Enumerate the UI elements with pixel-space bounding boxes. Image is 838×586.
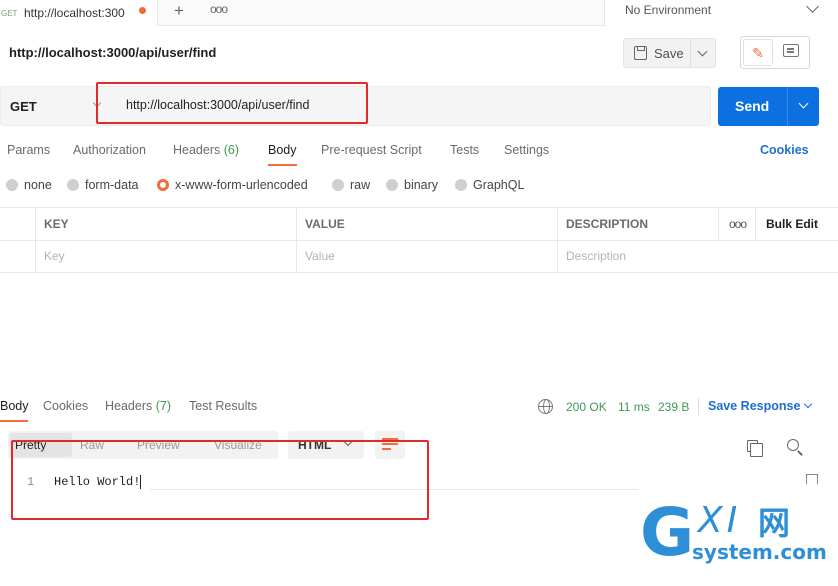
radio-icon: [455, 179, 467, 191]
request-tab[interactable]: GET http://localhost:300: [0, 0, 158, 26]
tab-headers-count: (6): [223, 143, 240, 157]
tab-method: GET: [1, 8, 18, 18]
description-input[interactable]: Description: [566, 249, 626, 263]
divider: [698, 398, 699, 415]
column-header-description: DESCRIPTION: [566, 217, 649, 231]
radio-binary[interactable]: binary: [386, 178, 438, 192]
watermark-cn: 网: [758, 505, 791, 541]
watermark-logo: G XI 网 system.com: [640, 494, 838, 586]
save-label: Save: [654, 46, 684, 61]
chevron-down-icon: [806, 0, 819, 13]
divider: [755, 208, 756, 240]
tab-bar: GET http://localhost:300 + ooo No Enviro…: [0, 0, 838, 26]
radio-icon: [332, 179, 344, 191]
send-label: Send: [735, 98, 770, 114]
chevron-down-icon[interactable]: [697, 46, 708, 57]
radio-label: form-data: [85, 178, 139, 192]
search-icon[interactable]: [787, 439, 799, 451]
send-button[interactable]: Send: [718, 87, 819, 126]
new-tab-plus-icon[interactable]: +: [174, 1, 184, 21]
body-type-radios: none form-data x-www-form-urlencoded raw…: [0, 178, 600, 196]
request-name: http://localhost:3000/api/user/find: [9, 45, 217, 60]
tab-headers[interactable]: Headers (6): [173, 143, 239, 157]
params-table: KEY VALUE DESCRIPTION ooo Bulk Edit Key …: [0, 207, 838, 273]
request-tabs: Params Authorization Headers (6) Body Pr…: [0, 143, 838, 167]
chevron-down-icon[interactable]: [803, 399, 813, 409]
radio-icon: [67, 179, 79, 191]
response-tab-test-results[interactable]: Test Results: [189, 399, 257, 413]
tab-tests[interactable]: Tests: [450, 143, 479, 157]
tab-body[interactable]: Body: [268, 143, 297, 157]
tab-authorization[interactable]: Authorization: [73, 143, 146, 157]
divider: [690, 39, 691, 67]
radio-label: x-www-form-urlencoded: [175, 178, 308, 192]
radio-none[interactable]: none: [6, 178, 52, 192]
radio-label: none: [24, 178, 52, 192]
environment-select[interactable]: No Environment: [604, 0, 838, 26]
response-time: 11 ms: [618, 400, 650, 414]
radio-label: binary: [404, 178, 439, 192]
watermark-g: G: [640, 494, 695, 571]
value-input[interactable]: Value: [305, 249, 335, 263]
scrollbar-thumb[interactable]: [806, 474, 818, 484]
response-tab-headers[interactable]: Headers (7): [105, 399, 171, 413]
watermark-xi: XI: [698, 500, 742, 541]
response-highlight-box: [11, 440, 429, 520]
divider: [296, 208, 297, 272]
copy-icon[interactable]: [747, 440, 763, 457]
cookies-link[interactable]: Cookies: [760, 143, 809, 157]
radio-icon: [386, 179, 398, 191]
chevron-down-icon[interactable]: [798, 98, 809, 109]
tab-params[interactable]: Params: [7, 143, 50, 157]
bulk-edit-button[interactable]: Bulk Edit: [766, 217, 818, 231]
tab-settings[interactable]: Settings: [504, 143, 549, 157]
method-select[interactable]: GET: [10, 99, 37, 114]
comment-icon[interactable]: [783, 44, 799, 57]
save-response-button[interactable]: Save Response: [708, 399, 800, 413]
divider: [35, 208, 36, 272]
view-toggle-group: ✎: [740, 36, 810, 69]
active-tab-underline: [0, 420, 28, 422]
column-header-value: VALUE: [305, 217, 345, 231]
divider: [718, 208, 719, 240]
radio-x-www-form-urlencoded[interactable]: x-www-form-urlencoded: [157, 178, 308, 192]
radio-form-data[interactable]: form-data: [67, 178, 139, 192]
more-options-icon[interactable]: ooo: [729, 217, 747, 231]
key-input[interactable]: Key: [44, 249, 65, 263]
radio-selected-icon: [157, 179, 169, 191]
environment-label: No Environment: [625, 3, 712, 17]
radio-label: GraphQL: [473, 178, 525, 192]
active-tab-underline: [268, 164, 297, 166]
radio-graphql[interactable]: GraphQL: [455, 178, 524, 192]
divider: [557, 208, 558, 272]
divider: [0, 240, 838, 241]
tab-pre-request-script[interactable]: Pre-request Script: [321, 143, 422, 157]
divider: [787, 87, 788, 126]
watermark-site: system.com: [692, 540, 827, 564]
radio-icon: [6, 179, 18, 191]
response-tab-headers-label: Headers: [105, 399, 153, 413]
edit-pencil-icon[interactable]: ✎: [743, 39, 773, 66]
tab-headers-label: Headers: [173, 143, 221, 157]
column-header-key: KEY: [44, 217, 69, 231]
response-tab-headers-count: (7): [155, 399, 172, 413]
status-code: 200 OK: [566, 400, 607, 414]
radio-raw[interactable]: raw: [332, 178, 370, 192]
url-highlight-box: [96, 82, 368, 124]
radio-label: raw: [350, 178, 371, 192]
response-tab-cookies[interactable]: Cookies: [43, 399, 88, 413]
tab-title: http://localhost:300: [24, 6, 125, 20]
unsaved-dot-icon: [139, 7, 146, 14]
response-size: 239 B: [658, 400, 690, 414]
response-tab-body[interactable]: Body: [0, 399, 29, 413]
more-tabs-icon[interactable]: ooo: [210, 2, 228, 16]
save-button[interactable]: Save: [623, 38, 716, 68]
save-icon: [634, 46, 647, 60]
globe-icon[interactable]: [538, 399, 553, 414]
